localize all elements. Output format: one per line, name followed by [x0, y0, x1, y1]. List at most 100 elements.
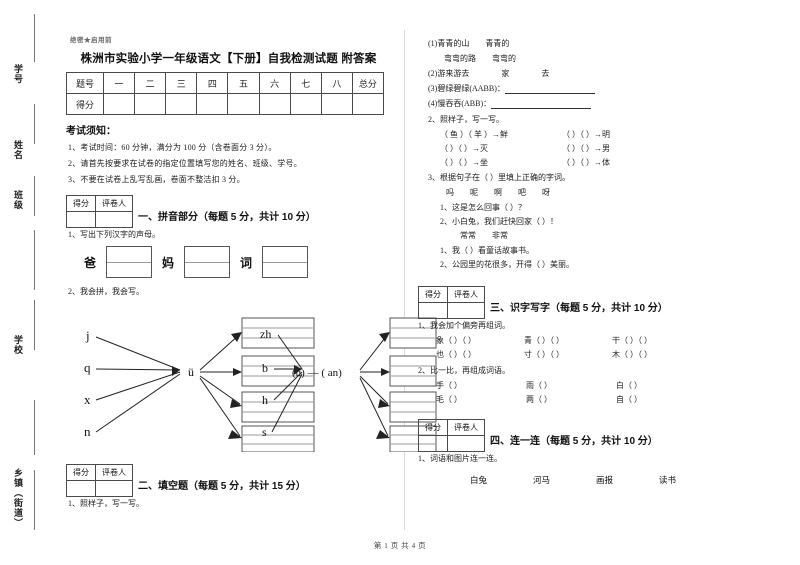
score-cell-3[interactable]: [165, 93, 198, 115]
fill-item-5: (4)慢吞吞(ABB)：: [428, 98, 762, 109]
grade-score-cell[interactable]: [66, 211, 96, 228]
match-word-baitu[interactable]: 白兔: [470, 474, 487, 486]
seal-rule-2: [34, 104, 35, 144]
pinyin-initial-answer-row: 爸 妈 词: [84, 246, 401, 278]
notice-heading: 考试须知：: [66, 126, 116, 137]
seal-rule-5: [34, 300, 35, 350]
modal-particle-item-1: 1、这是怎么回事（ ）？: [440, 203, 526, 212]
grade-score-cell-4[interactable]: [418, 435, 448, 452]
grade-score-label-4: 得分: [418, 419, 448, 436]
add-radical-row-2: 也（ ）（ ） 寸（ ）（ ） 木（ ）（ ）: [436, 349, 762, 360]
char-ba: 爸: [84, 255, 97, 270]
modal-particle-item-2: 2、小白兔，我们赶快回家（ ）！: [440, 217, 558, 226]
add-radical-1-3: 干（ ）（ ）: [612, 336, 652, 345]
grade-score-cell-2[interactable]: [66, 480, 96, 497]
compose-row-1: （ 鱼 ）（ 羊 ）→鲜 （ ）（ ）→明: [440, 129, 762, 140]
fill-item-5-blank[interactable]: [491, 99, 592, 109]
fill-item-4-text: (3)碧绿碧绿(AABB)：: [428, 84, 505, 93]
add-radical-row-1: 象（ ）（ ） 青（ ）（ ） 干（ ）（ ）: [436, 335, 762, 346]
score-table-col-4: 四: [196, 72, 229, 94]
grade-score-label-3: 得分: [418, 286, 448, 303]
table-row: 得分 评卷人: [66, 195, 133, 212]
score-table-col-5: 五: [227, 72, 260, 94]
grade-box-two: 得分 评卷人: [66, 464, 133, 497]
compare-2-2: 两（ ）: [526, 395, 552, 404]
answer-box-3[interactable]: [262, 246, 309, 278]
notice-item-2: 2、请首先按要求在试卷的指定位置填写您的姓名、班级、学号。: [68, 159, 302, 168]
score-cell-8[interactable]: [320, 93, 353, 115]
grade-grader-cell-4[interactable]: [447, 435, 485, 452]
fill-item-2: 弯弯的路 弯弯的: [428, 54, 516, 63]
column-divider: [404, 30, 405, 530]
compose-row-1-right: （ ）（ ）→明: [562, 130, 610, 139]
fill-item-1: (1)青青的山 青青的: [428, 39, 510, 48]
seal-rule-7: [34, 470, 35, 530]
score-cell-6[interactable]: [258, 93, 291, 115]
score-cell-1[interactable]: [102, 93, 136, 115]
exam-paper-page: 学号 姓名 班级 学校 乡镇（街道） 绝密★启用前 株洲市实验小学一年级语文【下…: [0, 0, 800, 565]
answer-box-1[interactable]: [106, 246, 153, 278]
seal-rule-1: [34, 14, 35, 62]
char-ci: 词: [240, 255, 253, 270]
add-radical-1-2: 青（ ）（ ）: [524, 336, 564, 345]
left-column: 绝密★启用前 株洲市实验小学一年级语文【下册】自我检测试题 附答案 题号 一 二…: [56, 0, 437, 565]
match-words-row: 白兔 河马 画报 读书: [470, 474, 762, 486]
fill-item-3: (2)游来游去 家 去: [428, 68, 762, 79]
grade-grader-label: 评卷人: [95, 195, 133, 212]
score-table-col-8: 八: [320, 72, 353, 94]
table-row: 得分 评卷人: [418, 286, 485, 303]
add-radical-2-2: 寸（ ）（ ）: [524, 350, 564, 359]
score-cell-5[interactable]: [227, 93, 260, 115]
table-row: [418, 435, 485, 452]
section-one-question-2: 2、我会拼，我会写。: [68, 287, 144, 296]
vertical-label-school: 学校: [13, 335, 23, 355]
grade-score-label: 得分: [66, 195, 96, 212]
score-cell-7[interactable]: [289, 93, 322, 115]
score-cell-4[interactable]: [196, 93, 229, 115]
grade-score-cell-3[interactable]: [418, 302, 448, 319]
section-two-question-1: 1、照样子，写一写。: [68, 499, 144, 508]
compare-2-3: 自（ ）: [616, 395, 642, 404]
compare-1-3: 白（ ）: [616, 381, 642, 390]
section-three-question-2: 2、比一比，再组成词语。: [418, 366, 510, 375]
fill-item-4-blank[interactable]: [504, 84, 595, 94]
grade-grader-cell-2[interactable]: [95, 480, 133, 497]
score-table-row-label-2: 得分: [66, 93, 104, 115]
initial-zh: zh: [260, 327, 271, 341]
right-column: (1)青青的山 青青的 弯弯的路 弯弯的 (2)游来游去 家 去 (3)碧绿碧绿…: [412, 0, 762, 565]
compare-2-1: 毛（ ）: [436, 395, 462, 404]
grade-grader-label-2: 评卷人: [95, 464, 133, 481]
initial-j: j: [85, 328, 90, 343]
table-row: [418, 302, 485, 319]
answer-box-2[interactable]: [184, 246, 231, 278]
grade-grader-label-4: 评卷人: [447, 419, 485, 436]
table-row: 得分: [66, 93, 385, 115]
compare-1-2: 雨（ ）: [526, 381, 552, 390]
grade-grader-cell-3[interactable]: [447, 302, 485, 319]
score-cell-total[interactable]: [351, 93, 385, 115]
score-table-col-total: 总分: [351, 72, 385, 94]
table-row: 得分 评卷人: [66, 464, 133, 481]
fill-item-5-text: (4)慢吞吞(ABB)：: [428, 99, 492, 108]
section-two-header: 得分 评卷人 二、填空题（每题 5 分，共计 15 分）: [66, 464, 401, 497]
section-one-question-1: 1、写出下列汉字的声母。: [68, 230, 160, 239]
score-table-col-1: 一: [102, 72, 136, 94]
match-word-huabao[interactable]: 画报: [596, 474, 613, 486]
grade-box-one: 得分 评卷人: [66, 195, 133, 228]
score-cell-2[interactable]: [134, 93, 167, 115]
match-word-dushu[interactable]: 读书: [659, 474, 676, 486]
score-table-col-2: 二: [134, 72, 167, 94]
match-word-hema[interactable]: 河马: [533, 474, 550, 486]
compose-row-2-right: （ ）（ ）→男: [562, 144, 610, 153]
score-table-col-6: 六: [258, 72, 291, 94]
grade-grader-cell[interactable]: [95, 211, 133, 228]
vertical-label-township: 乡镇（街道）: [13, 468, 23, 528]
compare-row-1: 手（ ） 雨（ ） 白（ ）: [436, 380, 762, 391]
right-question-3-label: 3、根据句子在（ ）里填上正确的字词。: [428, 173, 570, 182]
initial-n: n: [84, 424, 91, 439]
add-radical-2-1: 也（ ）（ ）: [436, 350, 476, 359]
right-question-2-label: 2、照样子，写一写。: [428, 115, 504, 124]
initial-h: h: [262, 393, 268, 407]
table-row: [66, 480, 133, 497]
table-row: [66, 211, 133, 228]
